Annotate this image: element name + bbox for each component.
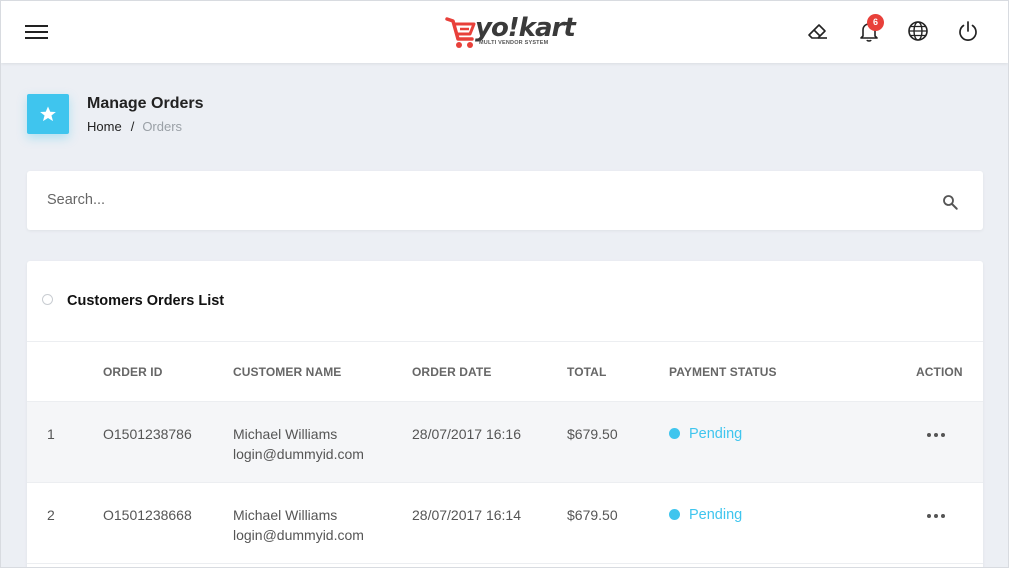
row-index: 1 xyxy=(47,426,55,442)
status-dot-icon xyxy=(669,509,680,520)
payment-status: Pending xyxy=(669,424,742,444)
search-card xyxy=(27,171,983,230)
customer-info: Michael Williams login@dummyid.com xyxy=(233,505,364,545)
column-header-total[interactable]: TOTAL xyxy=(567,365,606,379)
customer-email: login@dummyid.com xyxy=(233,446,364,462)
customer-name: Michael Williams xyxy=(233,507,338,523)
status-dot-icon xyxy=(669,428,680,439)
notification-badge: 6 xyxy=(867,14,884,31)
breadcrumb-separator: / xyxy=(130,119,135,134)
table-header: ORDER ID CUSTOMER NAME ORDER DATE TOTAL … xyxy=(27,341,983,402)
power-icon[interactable] xyxy=(956,19,980,43)
column-header-order-date[interactable]: ORDER DATE xyxy=(412,365,491,379)
column-header-action: ACTION xyxy=(916,365,963,379)
breadcrumb-home[interactable]: Home xyxy=(87,119,122,134)
app-frame: yo!kart MULTI VENDOR SYSTEM 6 Manage Ord… xyxy=(0,0,1009,568)
list-title: Customers Orders List xyxy=(67,293,225,309)
more-actions-icon[interactable] xyxy=(925,429,947,441)
order-id[interactable]: O1501238786 xyxy=(103,424,192,444)
order-total: $679.50 xyxy=(567,507,618,523)
logo-subtitle: MULTI VENDOR SYSTEM xyxy=(479,40,549,46)
page-icon xyxy=(27,94,69,134)
row-index: 2 xyxy=(47,507,55,523)
order-id[interactable]: O1501238668 xyxy=(103,505,192,525)
globe-icon[interactable] xyxy=(906,19,930,43)
table-row[interactable]: 1 O1501238786 Michael Williams login@dum… xyxy=(27,402,983,483)
table-row[interactable]: 2 O1501238668 Michael Williams login@dum… xyxy=(27,483,983,564)
payment-status-label: Pending xyxy=(689,426,743,442)
payment-status: Pending xyxy=(669,505,742,525)
logo-text: yo!kart xyxy=(475,13,576,43)
search-icon[interactable] xyxy=(941,193,959,211)
order-date: 28/07/2017 16:14 xyxy=(412,507,521,523)
customer-info: Michael Williams login@dummyid.com xyxy=(233,424,364,464)
more-actions-icon[interactable] xyxy=(925,510,947,522)
customer-email: login@dummyid.com xyxy=(233,527,364,543)
column-header-customer-name[interactable]: CUSTOMER NAME xyxy=(233,365,341,379)
customer-name: Michael Williams xyxy=(233,426,338,442)
cart-logo-icon xyxy=(445,17,476,48)
logo[interactable]: yo!kart MULTI VENDOR SYSTEM xyxy=(445,13,576,51)
payment-status-label: Pending xyxy=(689,507,743,523)
search-input[interactable] xyxy=(47,185,927,215)
eraser-icon[interactable] xyxy=(806,19,830,43)
menu-icon[interactable] xyxy=(25,20,49,44)
page-title: Manage Orders xyxy=(87,95,204,112)
order-total: $679.50 xyxy=(567,426,618,442)
star-icon xyxy=(40,106,56,122)
list-title-dot-icon xyxy=(42,294,53,305)
column-header-payment-status[interactable]: PAYMENT STATUS xyxy=(669,365,777,379)
breadcrumb-current: Orders xyxy=(142,119,183,134)
order-date: 28/07/2017 16:16 xyxy=(412,426,521,442)
column-header-order-id[interactable]: ORDER ID xyxy=(103,365,162,379)
breadcrumb: Home / Orders xyxy=(87,119,182,134)
orders-list-card: Customers Orders List ORDER ID CUSTOMER … xyxy=(27,261,983,567)
top-bar: yo!kart MULTI VENDOR SYSTEM 6 xyxy=(1,1,1008,63)
